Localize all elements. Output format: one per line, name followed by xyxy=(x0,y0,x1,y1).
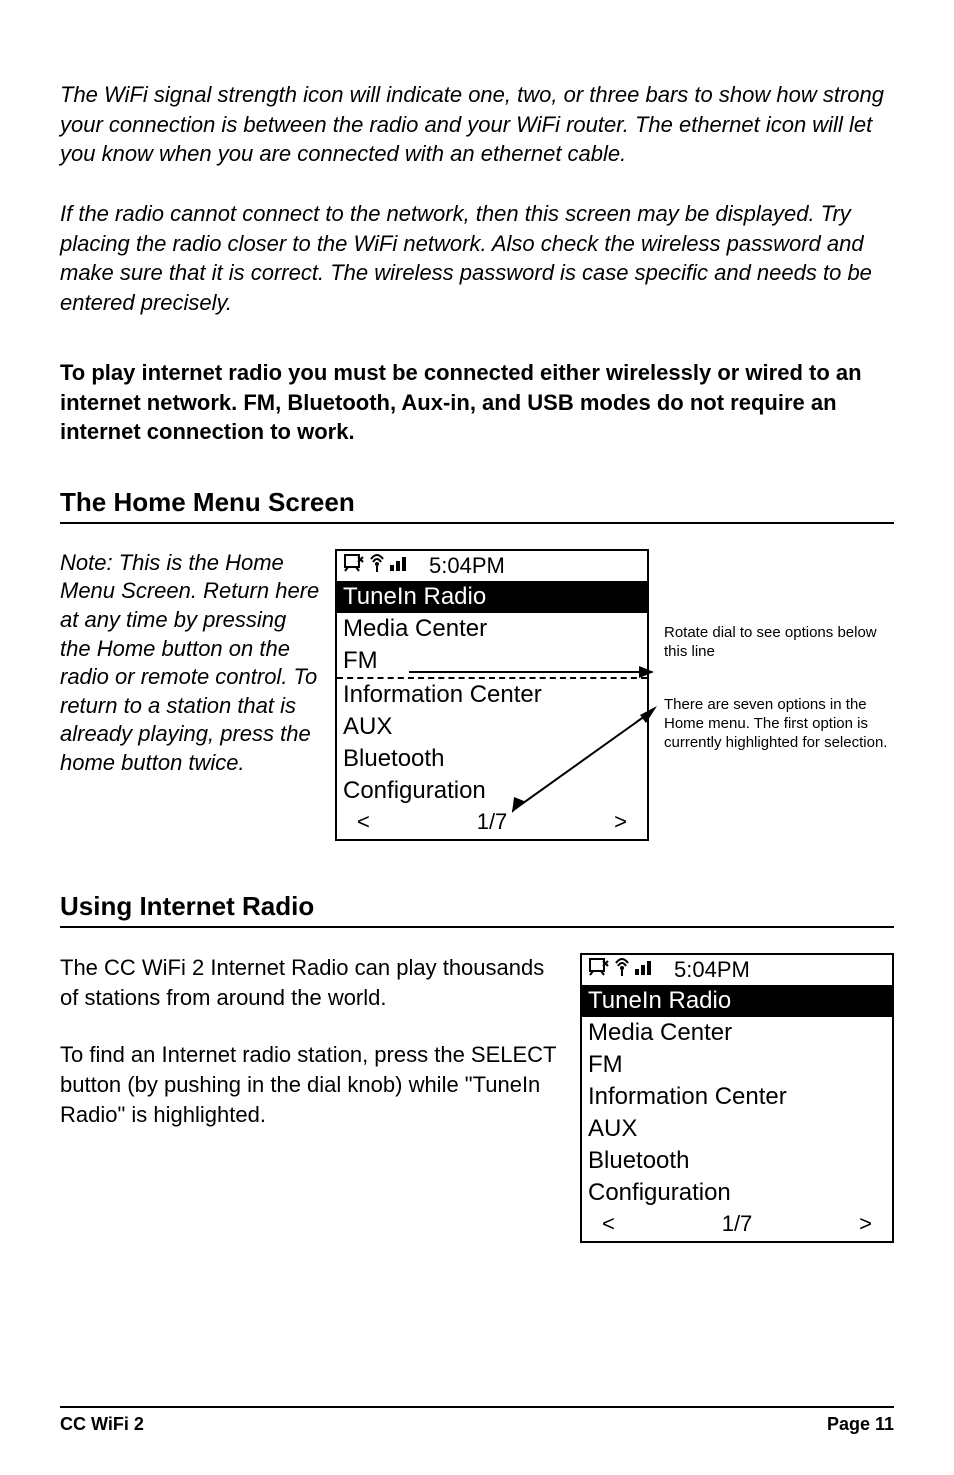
lcd2-footer: < 1/7 > xyxy=(582,1209,892,1241)
footer-right: Page 11 xyxy=(827,1414,894,1435)
wifi-antenna-icon xyxy=(367,553,387,579)
home-menu-note: Note: This is the Home Menu Screen. Retu… xyxy=(60,549,320,778)
lcd2-footer-center: 1/7 xyxy=(722,1211,753,1237)
lcd1-footer-center: 1/7 xyxy=(477,809,508,835)
lcd2-item-bluetooth: Bluetooth xyxy=(582,1145,892,1177)
callout-rotate: Rotate dial to see options below this li… xyxy=(664,624,894,662)
lcd2-item-config: Configuration xyxy=(582,1177,892,1209)
using-p2: To find an Internet radio station, press… xyxy=(60,1040,560,1129)
lcd-screen-1: 5:04PM TuneIn Radio Media Center FM Info… xyxy=(335,549,649,841)
lcd2-item-fm: FM xyxy=(582,1049,892,1081)
lcd2-time: 5:04PM xyxy=(674,957,750,983)
lcd1-status-bar: 5:04PM xyxy=(337,551,647,581)
callout-line-bottom xyxy=(512,701,662,821)
home-menu-heading: The Home Menu Screen xyxy=(60,487,894,524)
page-footer: CC WiFi 2 Page 11 xyxy=(60,1406,894,1435)
lcd1-footer-left: < xyxy=(357,809,370,835)
lcd2-highlight-item: TuneIn Radio xyxy=(582,985,892,1017)
wifi-signal-paragraph: The WiFi signal strength icon will indic… xyxy=(60,80,894,169)
home-menu-layout: Note: This is the Home Menu Screen. Retu… xyxy=(60,549,894,841)
callout-line-top xyxy=(409,664,659,684)
lcd2-status-bar: 5:04PM xyxy=(582,955,892,985)
lcd1-time: 5:04PM xyxy=(429,553,505,579)
using-radio-heading: Using Internet Radio xyxy=(60,891,894,928)
using-radio-text: The CC WiFi 2 Internet Radio can play th… xyxy=(60,953,560,1157)
wifi-antenna-icon xyxy=(612,957,632,983)
to-play-paragraph: To play internet radio you must be conne… xyxy=(60,358,894,447)
lcd2-item-media: Media Center xyxy=(582,1017,892,1049)
signal-bars-icon xyxy=(634,957,654,983)
signal-bars-icon xyxy=(389,553,409,579)
lcd2-item-aux: AUX xyxy=(582,1113,892,1145)
cannot-connect-paragraph: If the radio cannot connect to the netwo… xyxy=(60,199,894,318)
callouts-column: Rotate dial to see options below this li… xyxy=(664,549,894,753)
using-p1: The CC WiFi 2 Internet Radio can play th… xyxy=(60,953,560,1012)
ethernet-icon xyxy=(588,957,610,983)
callout-seven: There are seven options in the Home menu… xyxy=(664,696,894,752)
footer-left: CC WiFi 2 xyxy=(60,1414,144,1435)
lcd-screen-2: 5:04PM TuneIn Radio Media Center FM Info… xyxy=(580,953,894,1243)
using-radio-layout: The CC WiFi 2 Internet Radio can play th… xyxy=(60,953,894,1243)
lcd2-footer-right: > xyxy=(859,1211,872,1237)
ethernet-icon xyxy=(343,553,365,579)
lcd2-footer-left: < xyxy=(602,1211,615,1237)
lcd2-item-info: Information Center xyxy=(582,1081,892,1113)
lcd1-item-media: Media Center xyxy=(337,613,647,645)
lcd1-highlight-item: TuneIn Radio xyxy=(337,581,647,613)
